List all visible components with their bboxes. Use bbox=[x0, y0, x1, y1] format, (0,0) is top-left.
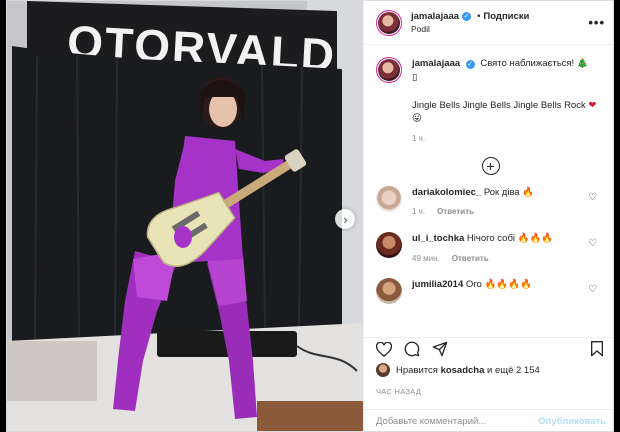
reply-button[interactable]: Ответить bbox=[452, 253, 489, 265]
caption-meta: 1 ч. bbox=[412, 133, 605, 145]
likes-prefix: Нравится bbox=[396, 364, 438, 376]
christmas-tree-emoji: 🎄 bbox=[576, 58, 589, 69]
header-line: jamalajaaa ✓ • Подписки bbox=[411, 11, 588, 22]
verified-badge-icon: ✓ bbox=[465, 60, 475, 69]
comment-body: ul_i_tochka Нічого собі 🔥🔥🔥 49 мин. Отве… bbox=[412, 232, 605, 264]
caption: jamalajaaa ✓ Свято наближається! 🎄 ▯ Jin… bbox=[376, 57, 605, 145]
comment-item: ul_i_tochka Нічого собі 🔥🔥🔥 49 мин. Отве… bbox=[376, 232, 605, 264]
heart-emoji: ❤ bbox=[588, 99, 597, 111]
comment-body: dariakolomiec_ Рок діва 🔥 1 ч. Ответить bbox=[412, 186, 605, 218]
comment-item: jumilia2014 Ого 🔥🔥🔥🔥 ♡ bbox=[376, 278, 605, 305]
action-row bbox=[376, 338, 604, 360]
caption-line1: Свято наближається! bbox=[480, 58, 575, 69]
likes-count[interactable]: и ещё 2 154 bbox=[487, 365, 540, 376]
reply-button[interactable]: Ответить bbox=[437, 206, 474, 218]
fire-emoji: 🔥🔥🔥🔥 bbox=[484, 279, 532, 291]
separator-dot: • bbox=[477, 11, 481, 22]
comment-username[interactable]: ul_i_tochka bbox=[412, 233, 464, 244]
post-modal: OTORVALD › jamalajaaa ✓ • Подписки Podil… bbox=[6, 0, 614, 432]
heart-icon[interactable]: ♡ bbox=[588, 192, 597, 203]
comment-text: Нічого собі bbox=[466, 233, 515, 245]
likes-line: Нравится kosadcha и ещё 2 154 bbox=[376, 363, 540, 377]
bookmark-icon[interactable] bbox=[590, 341, 604, 357]
caption-body-text: Jingle Bells Jingle Bells Jingle Bells R… bbox=[412, 99, 586, 111]
caption-time[interactable]: 1 ч. bbox=[412, 133, 425, 145]
more-icon[interactable]: ••• bbox=[588, 15, 605, 30]
comment-text: Ого bbox=[465, 279, 482, 291]
heart-icon[interactable] bbox=[376, 341, 392, 357]
comment-avatar[interactable] bbox=[376, 278, 402, 305]
caption-body: jamalajaaa ✓ Свято наближається! 🎄 ▯ Jin… bbox=[412, 57, 605, 145]
share-icon[interactable] bbox=[432, 341, 448, 357]
fire-emoji: 🔥🔥🔥 bbox=[517, 233, 554, 245]
next-arrow-icon: › bbox=[343, 211, 348, 227]
heart-icon[interactable]: ♡ bbox=[588, 284, 597, 295]
caption-line1-extra: ▯ bbox=[412, 71, 418, 83]
avatar[interactable] bbox=[376, 9, 402, 36]
post-header-text: jamalajaaa ✓ • Подписки Podil bbox=[411, 11, 588, 34]
plus-circle-icon[interactable]: + bbox=[481, 156, 500, 175]
comment-item: dariakolomiec_ Рок діва 🔥 1 ч. Ответить … bbox=[376, 185, 605, 218]
liker-avatar[interactable] bbox=[376, 363, 390, 377]
smile-emoji: 😛 bbox=[412, 113, 422, 125]
comment-text: Рок діва bbox=[483, 186, 520, 198]
action-bar bbox=[364, 337, 613, 360]
load-more: + bbox=[376, 156, 605, 176]
comment-icon[interactable] bbox=[404, 341, 420, 357]
post-photo[interactable]: OTORVALD › bbox=[7, 1, 363, 431]
comment-input[interactable] bbox=[376, 416, 539, 427]
fire-emoji: 🔥 bbox=[522, 186, 535, 198]
comment-avatar[interactable] bbox=[376, 185, 402, 212]
comment-meta: 49 мин. Ответить bbox=[412, 253, 605, 265]
comment-username[interactable]: jumilia2014 bbox=[412, 279, 463, 290]
location-link[interactable]: Podil bbox=[411, 24, 588, 34]
post-sidebar: jamalajaaa ✓ • Подписки Podil ••• jamala… bbox=[363, 1, 613, 431]
comment-username[interactable]: dariakolomiec_ bbox=[412, 187, 481, 198]
comment-time[interactable]: 49 мин. bbox=[412, 253, 440, 265]
verified-badge-icon: ✓ bbox=[462, 12, 472, 21]
header-username[interactable]: jamalajaaa bbox=[411, 11, 459, 22]
comments-list: jamalajaaa ✓ Свято наближається! 🎄 ▯ Jin… bbox=[364, 45, 613, 337]
comment-time[interactable]: 1 ч. bbox=[412, 206, 425, 218]
heart-icon[interactable]: ♡ bbox=[588, 238, 597, 249]
add-comment-bar: Опубликовать bbox=[364, 409, 613, 431]
comment-body: jumilia2014 Ого 🔥🔥🔥🔥 bbox=[412, 278, 605, 304]
comment-meta: 1 ч. Ответить bbox=[412, 206, 605, 218]
caption-text: Jingle Bells Jingle Bells Jingle Bells R… bbox=[412, 99, 605, 127]
liker-username[interactable]: kosadcha bbox=[441, 365, 485, 376]
comment-avatar[interactable] bbox=[376, 232, 402, 259]
caption-username[interactable]: jamalajaaa bbox=[412, 58, 460, 69]
post-time[interactable]: ЧАС НАЗАД bbox=[376, 387, 421, 396]
post-header: jamalajaaa ✓ • Подписки Podil ••• bbox=[364, 1, 613, 45]
photo-illustration: OTORVALD bbox=[7, 1, 363, 431]
next-photo-button[interactable]: › bbox=[335, 209, 355, 229]
following-button[interactable]: Подписки bbox=[483, 11, 529, 22]
caption-avatar[interactable] bbox=[376, 57, 402, 83]
publish-button[interactable]: Опубликовать bbox=[538, 416, 606, 427]
